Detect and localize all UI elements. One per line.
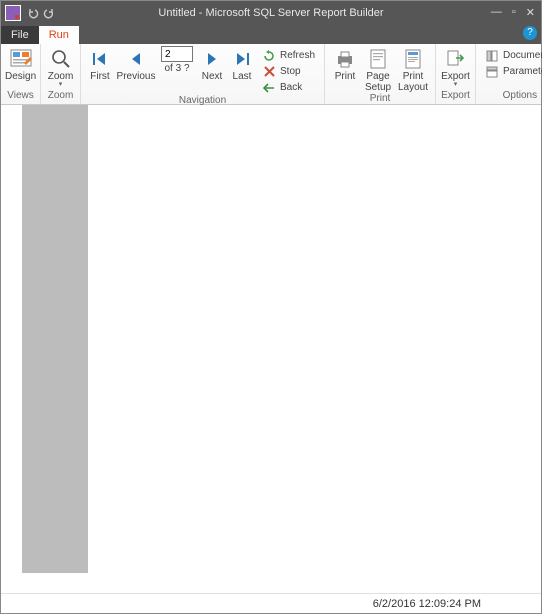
stop-button[interactable]: Stop	[259, 64, 318, 79]
back-button[interactable]: Back	[259, 80, 318, 95]
undo-icon[interactable]	[27, 7, 39, 19]
group-options: Document Parameters Options	[476, 44, 542, 104]
tab-run[interactable]: Run	[39, 26, 79, 44]
page-setup-icon	[369, 48, 387, 70]
title-bar: Untitled - Microsoft SQL Server Report B…	[1, 1, 541, 24]
group-navigation: First Previous of 3 ? Next Last	[81, 44, 325, 104]
export-icon	[446, 48, 466, 70]
status-bar: 6/2/2016 12:09:24 PM	[1, 593, 541, 613]
parameters-button[interactable]: Parameters	[482, 64, 542, 79]
report-placeholder	[22, 105, 88, 573]
last-icon	[233, 48, 251, 70]
back-icon	[262, 81, 276, 95]
print-icon	[335, 48, 355, 70]
group-print: Print Page Setup Print Layout Print	[325, 44, 436, 104]
app-icon	[5, 5, 21, 21]
document-map-button[interactable]: Document	[482, 48, 542, 63]
first-icon	[91, 48, 109, 70]
previous-button[interactable]: Previous	[115, 46, 157, 82]
print-layout-button[interactable]: Print Layout	[395, 46, 431, 93]
group-export: Export ▾ Export	[436, 44, 476, 104]
page-number-input[interactable]	[161, 46, 193, 62]
report-canvas[interactable]	[2, 105, 540, 593]
export-button[interactable]: Export ▾	[440, 46, 471, 88]
window-title: Untitled - Microsoft SQL Server Report B…	[1, 7, 541, 19]
quick-access-toolbar	[27, 7, 55, 19]
next-icon	[203, 48, 221, 70]
page-indicator: of 3 ?	[161, 46, 193, 74]
design-icon	[10, 48, 32, 70]
group-views: Design Views	[1, 44, 41, 104]
parameters-icon	[485, 65, 499, 79]
redo-icon[interactable]	[43, 7, 55, 19]
zoom-button[interactable]: Zoom ▾	[45, 46, 76, 88]
minimize-button[interactable]: —	[491, 6, 502, 19]
design-button[interactable]: Design	[5, 46, 36, 82]
close-button[interactable]: ✕	[526, 6, 535, 19]
nav-actions: Refresh Stop Back	[257, 46, 320, 95]
document-map-icon	[485, 49, 499, 63]
first-button[interactable]: First	[85, 46, 115, 82]
chevron-down-icon: ▾	[59, 82, 63, 88]
help-button[interactable]: ?	[523, 26, 537, 40]
group-zoom: Zoom ▾ Zoom	[41, 44, 81, 104]
refresh-button[interactable]: Refresh	[259, 48, 318, 63]
ribbon: Design Views Zoom ▾ Zoom First	[1, 44, 541, 105]
stop-icon	[262, 65, 276, 79]
last-button[interactable]: Last	[227, 46, 257, 82]
next-button[interactable]: Next	[197, 46, 227, 82]
maximize-button[interactable]: ▫	[512, 6, 516, 19]
print-layout-icon	[404, 48, 422, 70]
page-of-label: of 3 ?	[164, 63, 189, 74]
status-timestamp: 6/2/2016 12:09:24 PM	[373, 598, 481, 610]
tab-file[interactable]: File	[1, 26, 39, 44]
previous-icon	[127, 48, 145, 70]
tab-strip: File Run ?	[1, 24, 541, 44]
page-setup-button[interactable]: Page Setup	[361, 46, 395, 93]
chevron-down-icon: ▾	[454, 82, 458, 88]
refresh-icon	[262, 49, 276, 63]
zoom-icon	[51, 48, 71, 70]
print-button[interactable]: Print	[329, 46, 361, 82]
